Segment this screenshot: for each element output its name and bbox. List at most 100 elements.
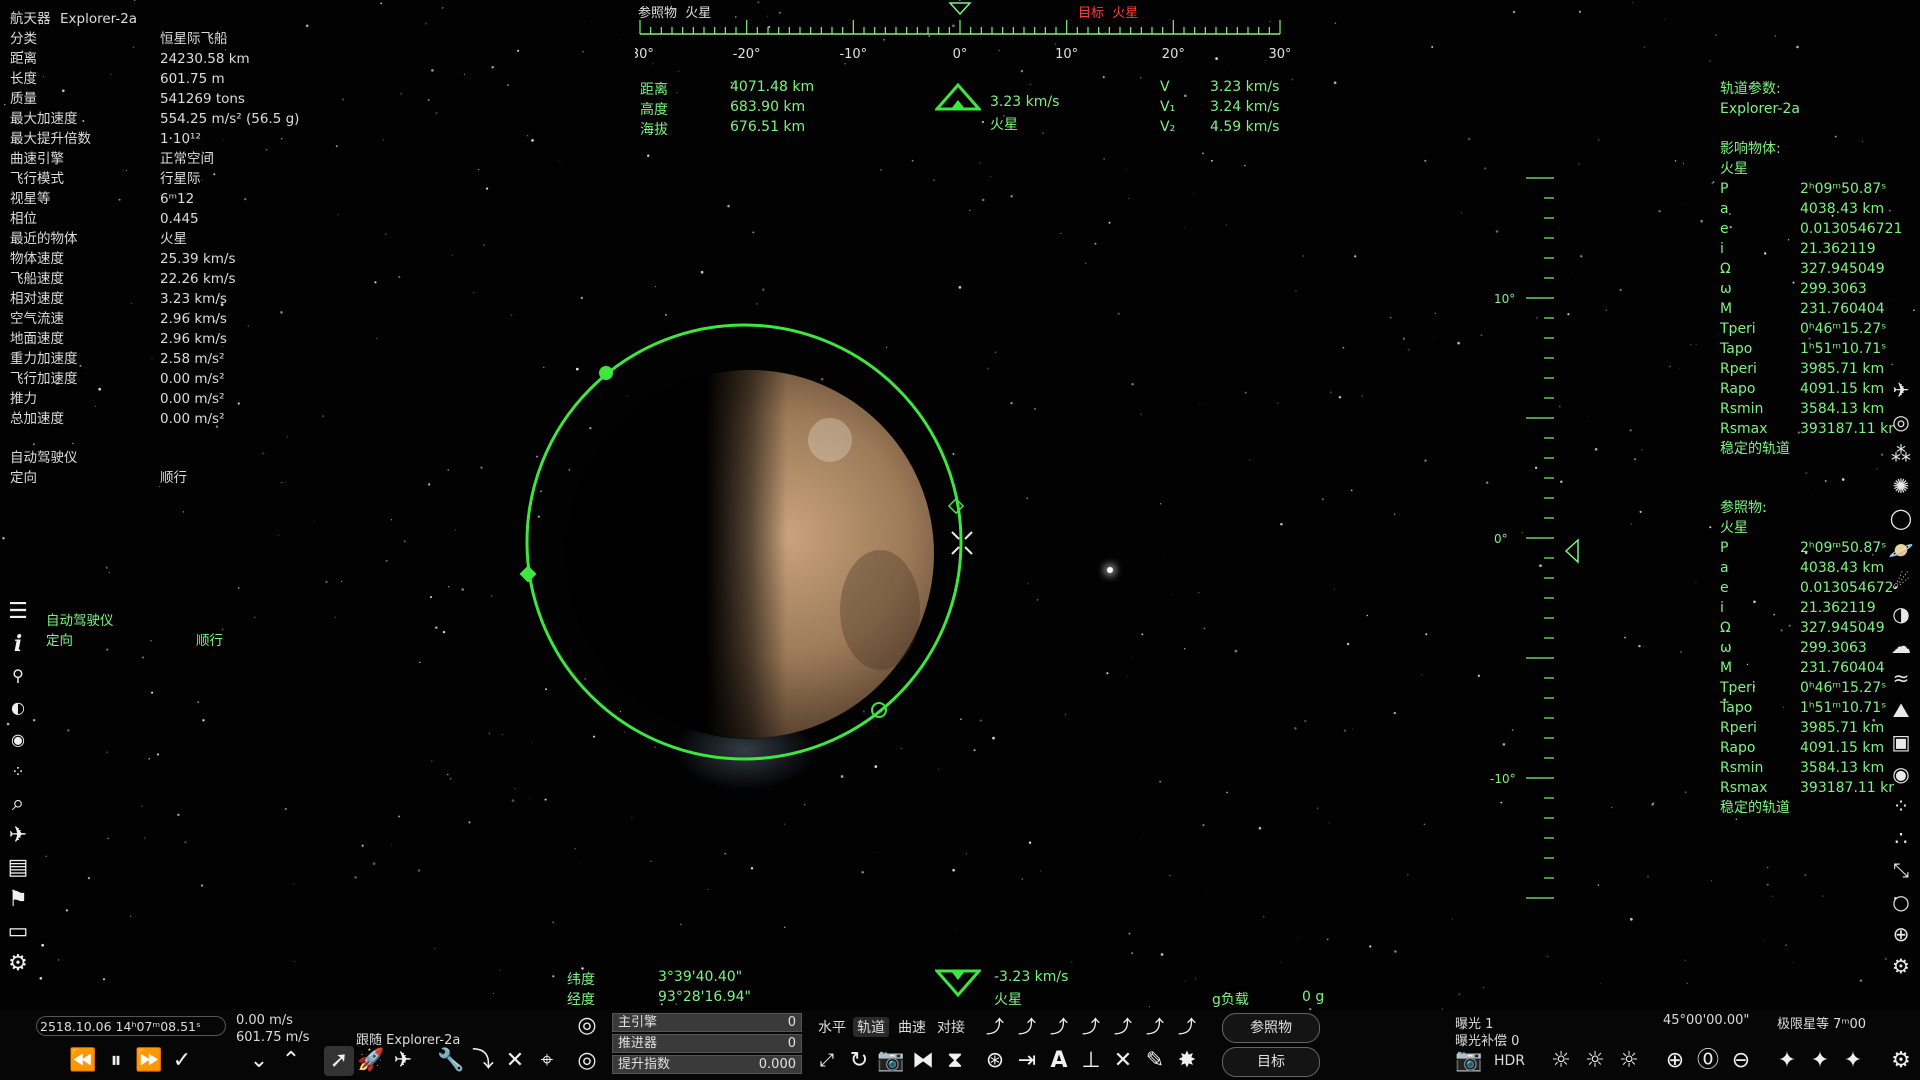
globe-icon[interactable]: ⊕ [1886, 920, 1916, 948]
hdr-toggle[interactable]: HDR [1494, 1053, 1525, 1069]
target-button[interactable]: 目标 [1222, 1047, 1320, 1077]
brightness-high-icon[interactable]: ☼ [1614, 1046, 1644, 1076]
moon-icon[interactable]: ◑ [1886, 600, 1916, 628]
cross-icon[interactable]: ✕ [500, 1046, 530, 1076]
brightness-mid-icon[interactable]: ☼ [1580, 1046, 1610, 1076]
clapper-icon[interactable]: ▤ [4, 854, 32, 882]
ascending-node-marker[interactable] [599, 366, 613, 380]
thruster-slider[interactable]: 推进器 0 [612, 1034, 802, 1053]
boost-toggle-icon[interactable]: ◎ [572, 1046, 602, 1076]
collapse-icon[interactable]: ⤡ [1886, 856, 1916, 884]
stars-icon[interactable]: ⁘ [4, 758, 32, 786]
orbit-param-key: a [1720, 560, 1729, 576]
info-value: 601.75 m [160, 71, 225, 87]
reference-button[interactable]: 参照物 [1222, 1013, 1320, 1043]
info-key: 物体速度 [10, 251, 64, 267]
galaxy-icon[interactable]: ◎ [1886, 408, 1916, 436]
up-chevron-icon[interactable]: ⌃ [276, 1046, 306, 1076]
tab-orbit[interactable]: 轨道 [853, 1017, 889, 1037]
camera-mode-icon[interactable]: ▣ [1886, 728, 1916, 756]
orbit-param-key: P [1720, 181, 1729, 197]
datetime-field[interactable]: 2518.10.06 14ʰ07ᵐ08.51ˢ [36, 1016, 226, 1036]
gyro-icon[interactable]: ⊛ [980, 1046, 1010, 1076]
zoom-out-icon[interactable]: ⊖ [1726, 1046, 1756, 1076]
maneuver-4-icon[interactable]: ⤴ [1076, 1013, 1106, 1043]
maneuver-3-icon[interactable]: ⤴ [1044, 1013, 1074, 1043]
flag-icon[interactable]: ⚑ [4, 886, 32, 914]
tab-horizontal[interactable]: 水平 [818, 1017, 846, 1037]
settings-icon[interactable]: ⚙ [4, 950, 32, 978]
rotate-icon[interactable]: ↻ [844, 1046, 874, 1076]
pause-icon[interactable]: ⏸ [101, 1046, 131, 1076]
star-medium-icon[interactable]: ✦ [1805, 1046, 1835, 1076]
maneuver-5-icon[interactable]: ⤴ [1108, 1013, 1138, 1043]
info-value: 2.96 km/s [160, 331, 227, 347]
orbit-param-key: Tperi [1720, 321, 1756, 337]
cross-tool-icon[interactable]: ✕ [1108, 1046, 1138, 1076]
engine-toggle-icon[interactable]: ◎ [572, 1011, 602, 1041]
landscape-icon[interactable]: ⛰ [1886, 696, 1916, 724]
star-cluster-icon[interactable]: ✺ [1886, 472, 1916, 500]
film-icon[interactable]: ⧓ [908, 1046, 938, 1076]
tab-warp[interactable]: 曲速 [898, 1017, 926, 1037]
search-icon[interactable]: ⌕ [4, 790, 32, 818]
rs-icon[interactable]: ∴ [1886, 824, 1916, 852]
zoom-reset-icon[interactable]: ⓪ [1693, 1046, 1723, 1076]
cluster-icon[interactable]: ✸ [1172, 1046, 1202, 1076]
mars-planet-view[interactable] [500, 310, 980, 790]
zoom-in-icon[interactable]: ⊕ [1660, 1046, 1690, 1076]
orbit-param-key: Rsmin [1720, 760, 1764, 776]
brightness-low-icon[interactable]: ☼ [1546, 1046, 1576, 1076]
circle-icon[interactable]: ○ [1886, 888, 1916, 916]
screenshot-icon[interactable]: 📷 [1454, 1046, 1484, 1076]
realtime-check-icon[interactable]: ✓ [167, 1046, 197, 1076]
cloud-icon[interactable]: ☁ [1886, 632, 1916, 660]
cursor-select-icon[interactable]: ➚ [324, 1046, 354, 1076]
spacecraft-mode-icon[interactable]: ✈ [1886, 376, 1916, 404]
maneuver-2-icon[interactable]: ⤴ [1012, 1013, 1042, 1043]
crosshair-icon[interactable]: ⌖ [532, 1046, 562, 1076]
brush-icon[interactable]: ✎ [1140, 1046, 1170, 1076]
bottom-settings-icon[interactable]: ⚙ [1886, 1046, 1916, 1076]
info-icon[interactable]: i [4, 630, 32, 658]
maneuver-1-icon[interactable]: ⤴ [980, 1013, 1010, 1043]
text-icon[interactable]: A [1044, 1046, 1074, 1076]
down-chevron-icon[interactable]: ⌄ [244, 1046, 274, 1076]
ring-icon[interactable]: ◯ [1886, 504, 1916, 532]
boost-index-slider[interactable]: 提升指数 0.000 [612, 1055, 802, 1074]
rewind-icon[interactable]: ⏪ [68, 1046, 98, 1076]
fast-forward-icon[interactable]: ⏩ [134, 1046, 164, 1076]
right-settings-icon[interactable]: ⚙ [1886, 952, 1916, 980]
orbit-param-key: Ω [1720, 620, 1731, 636]
star-faint-icon[interactable]: ✦ [1772, 1046, 1802, 1076]
eye-icon[interactable]: ◉ [1886, 760, 1916, 788]
water-icon[interactable]: ≈ [1886, 664, 1916, 692]
maneuver-6-icon[interactable]: ⤴ [1140, 1013, 1170, 1043]
planetarium-icon[interactable]: ◐ [4, 694, 32, 722]
orbit-tree-icon[interactable]: ⚲ [4, 662, 32, 690]
orbit-param-key: i [1720, 241, 1724, 257]
ruler-icon[interactable]: ⊥ [1076, 1046, 1106, 1076]
spacecraft-icon[interactable]: ✈ [4, 822, 32, 850]
mirror-icon[interactable]: ⧗ [940, 1046, 970, 1076]
tab-docking[interactable]: 对接 [937, 1017, 965, 1037]
rocket-icon[interactable]: 🚀 [356, 1046, 386, 1076]
camera-icon[interactable]: 📷 [876, 1046, 906, 1076]
star-bright-icon[interactable]: ✦ [1838, 1046, 1868, 1076]
comet-icon[interactable]: ☄ [1886, 568, 1916, 596]
vector-icon[interactable]: ⇥ [1012, 1046, 1042, 1076]
wrench-icon[interactable]: 🔧 [436, 1046, 466, 1076]
maneuver-7-icon[interactable]: ⤴ [1172, 1013, 1202, 1043]
particles-icon[interactable]: ⁘ [1886, 792, 1916, 820]
solar-system-icon[interactable]: ◉ [4, 726, 32, 754]
menu-icon[interactable]: ☰ [4, 598, 32, 626]
airplane-icon[interactable]: ✈ [388, 1046, 418, 1076]
expand-icon[interactable]: ⤢ [812, 1046, 842, 1076]
main-engine-slider[interactable]: 主引擎 0 [612, 1013, 802, 1032]
nebula-icon[interactable]: ⁂ [1886, 440, 1916, 468]
info-value: 3.23 km/s [160, 291, 227, 307]
landing-icon[interactable]: ⤵ [468, 1046, 498, 1076]
periapsis-marker[interactable] [519, 565, 537, 583]
display-icon[interactable]: ▭ [4, 918, 32, 946]
planet-ring-icon[interactable]: 🪐 [1886, 536, 1916, 564]
